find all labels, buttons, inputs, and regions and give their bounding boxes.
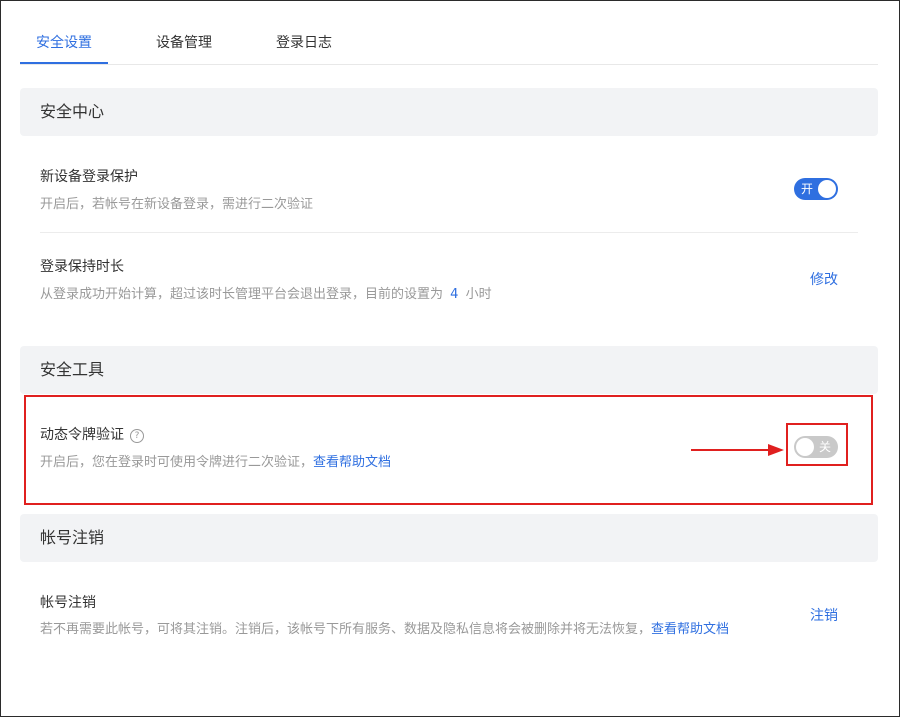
new-device-protection-title: 新设备登录保护 xyxy=(40,169,138,185)
toggle-knob xyxy=(796,438,814,456)
session-duration-desc: 从登录成功开始计算，超过该时长管理平台会退出登录，目前的设置为 4 小时 xyxy=(40,283,492,302)
new-device-protection-toggle[interactable]: 开 xyxy=(794,178,838,200)
dynamic-token-title-text: 动态令牌验证 xyxy=(40,427,124,443)
arrow-line-icon xyxy=(691,449,769,451)
tab-device-management[interactable]: 设备管理 xyxy=(156,24,212,63)
toggle-off-label: 关 xyxy=(818,440,831,454)
section-security-tools: 安全工具 xyxy=(20,346,878,394)
cancel-help-doc-link[interactable]: 查看帮助文档 xyxy=(651,622,729,637)
session-duration-unit: 小时 xyxy=(465,287,492,302)
dynamic-token-desc-text: 开启后，您在登录时可使用令牌进行二次验证， xyxy=(40,455,314,470)
modify-session-link[interactable]: 修改 xyxy=(810,269,838,289)
toggle-knob xyxy=(818,180,836,198)
account-cancel-desc-text: 若不再需要此帐号，可将其注销。注销后，该帐号下所有服务、数据及隐私信息将会被删除… xyxy=(40,622,652,637)
new-device-protection-desc: 开启后，若帐号在新设备登录，需进行二次验证 xyxy=(40,197,314,212)
dynamic-token-title: 动态令牌验证? xyxy=(40,424,144,444)
tab-login-log[interactable]: 登录日志 xyxy=(276,24,332,63)
account-cancel-title: 帐号注销 xyxy=(40,595,96,611)
account-cancel-desc: 若不再需要此帐号，可将其注销。注销后，该帐号下所有服务、数据及隐私信息将会被删除… xyxy=(40,618,729,637)
tab-security-settings[interactable]: 安全设置 xyxy=(20,24,108,64)
toggle-on-label: 开 xyxy=(801,182,814,196)
session-duration-desc-text: 从登录成功开始计算，超过该时长管理平台会退出登录，目前的设置为 xyxy=(40,287,444,302)
question-icon[interactable]: ? xyxy=(130,429,144,443)
dynamic-token-toggle[interactable]: 关 xyxy=(794,436,838,458)
row-divider xyxy=(40,232,858,233)
session-duration-title: 登录保持时长 xyxy=(40,259,124,275)
tab-bar: 安全设置 设备管理 登录日志 xyxy=(20,24,878,65)
cancel-account-link[interactable]: 注销 xyxy=(810,605,838,625)
dynamic-token-desc: 开启后，您在登录时可使用令牌进行二次验证，查看帮助文档 xyxy=(40,451,391,470)
token-help-doc-link[interactable]: 查看帮助文档 xyxy=(313,455,391,470)
section-account-cancellation: 帐号注销 xyxy=(20,514,878,562)
section-security-center: 安全中心 xyxy=(20,88,878,136)
arrow-head-icon xyxy=(768,444,784,456)
session-duration-value: 4 xyxy=(450,287,459,302)
